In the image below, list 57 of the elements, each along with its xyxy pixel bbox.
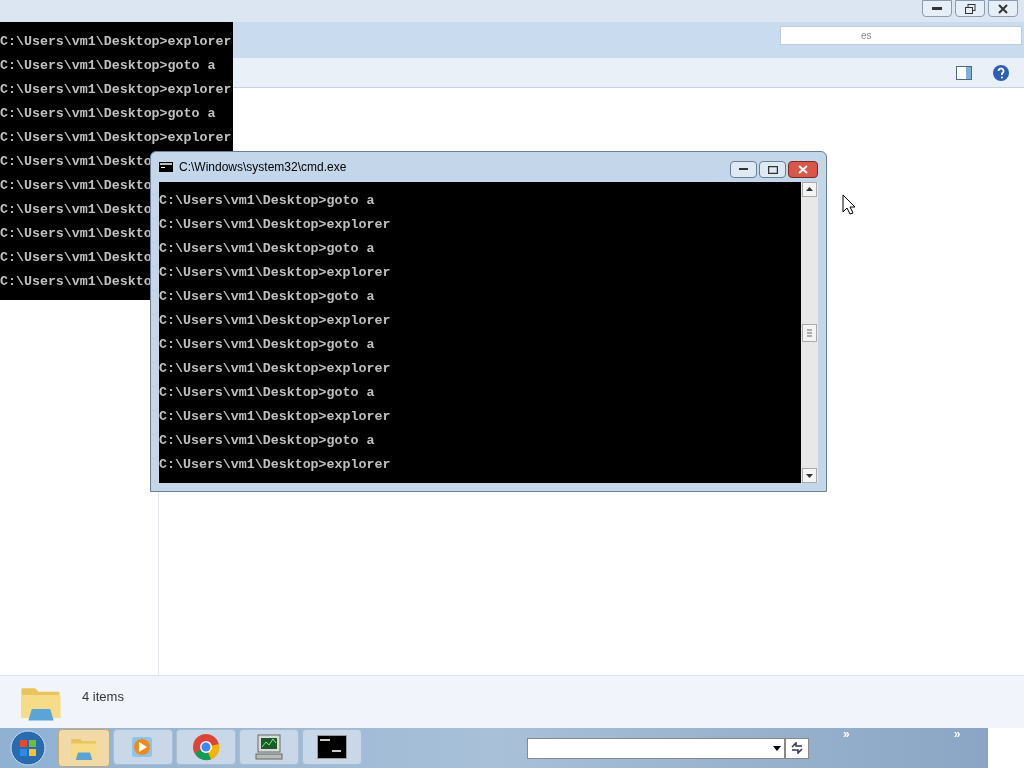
console-icon — [159, 162, 173, 172]
taskbar-button[interactable] — [302, 729, 362, 765]
close-button[interactable] — [788, 161, 818, 178]
restore-icon — [964, 3, 976, 14]
console-line: C:\Users\vm1\Desktop>explorer — [0, 34, 232, 50]
help-icon[interactable] — [992, 63, 1010, 82]
console-line: C:\Users\vm1\Desktop>goto a — [0, 106, 216, 122]
console-line: C:\Users\vm1\Desktop>explorer — [159, 216, 391, 234]
console-line: C:\Users\vm1\Deskto — [0, 274, 152, 290]
console-line: C:\Users\vm1\Desktop>goto a — [159, 432, 375, 450]
console-line: C:\Users\vm1\Desktop>explorer — [159, 264, 391, 282]
chevron-button[interactable]: » — [843, 728, 850, 740]
close-button[interactable] — [988, 0, 1018, 17]
chrome-icon — [192, 733, 220, 761]
arrows-icon — [790, 742, 804, 754]
console-line: C:\Users\vm1\Deskto — [0, 202, 152, 218]
console-line: C:\Users\vm1\Desktop>goto a — [0, 58, 216, 74]
minimize-icon — [932, 6, 942, 11]
restore-button[interactable] — [955, 0, 985, 17]
console-line: C:\Users\vm1\Desktop>goto a — [159, 336, 375, 354]
taskbar-button[interactable] — [239, 729, 299, 765]
console-line: C:\Users\vm1\Desktop>goto a — [159, 288, 375, 306]
scroll-down-icon[interactable] — [802, 468, 817, 483]
console-line: C:\Users\vm1\Desktop>goto a — [159, 192, 375, 210]
console-line: C:\Users\vm1\Deskto — [0, 178, 152, 194]
minimize-button[interactable] — [922, 0, 952, 17]
window-title: C:\Windows\system32\cmd.exe — [179, 159, 347, 176]
console-line: C:\Users\vm1\Desktop>explorer — [0, 82, 232, 98]
maximize-button[interactable] — [759, 161, 786, 178]
chevron-button[interactable]: » — [953, 728, 961, 740]
minimize-icon — [739, 168, 748, 171]
preview-pane-icon[interactable] — [956, 65, 972, 80]
start-button[interactable] — [8, 729, 48, 767]
console-line: C:\Users\vm1\Desktop>explorer — [159, 360, 391, 378]
console-line: C:\Users\vm1\Deskto — [0, 250, 152, 266]
search-field[interactable]: es — [780, 26, 1022, 45]
go-button[interactable] — [785, 737, 809, 759]
dropdown-arrow-icon — [773, 745, 781, 751]
maximize-icon — [767, 165, 778, 174]
console-line: C:\Users\vm1\Desktop>explorer — [159, 312, 391, 330]
console-line: C:\Users\vm1\Desktop>goto a — [159, 240, 375, 258]
console-line: C:\Users\vm1\Desktop>goto a — [159, 384, 375, 402]
mouse-cursor-icon — [842, 194, 856, 215]
scroll-thumb-icon[interactable] — [802, 323, 817, 342]
console-line: C:\Users\vm1\Desktop>explorer — [159, 456, 391, 474]
console-line: C:\Users\vm1\Desktop>explorer — [159, 408, 391, 426]
console-line: C:\Users\vm1\Deskto — [0, 154, 152, 170]
terminal-icon — [317, 735, 347, 759]
console-line: C:\Users\vm1\Desktop>explorer — [0, 130, 232, 146]
close-icon — [798, 165, 808, 174]
console-line: C:\Users\vm1\Deskto — [0, 226, 152, 242]
monitor-icon — [254, 733, 284, 761]
minimize-button[interactable] — [730, 161, 757, 178]
close-icon — [998, 3, 1008, 14]
item-count: 4 items — [82, 688, 124, 706]
scroll-up-icon[interactable] — [802, 182, 817, 197]
windows-logo-icon — [10, 730, 46, 766]
